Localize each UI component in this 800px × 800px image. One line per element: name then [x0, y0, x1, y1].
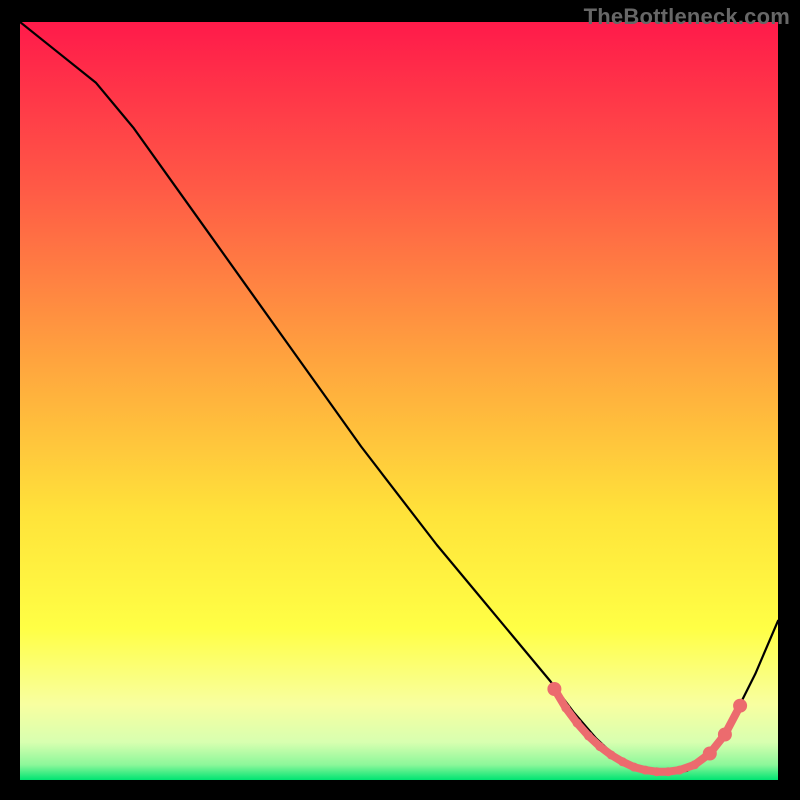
optimal-zone-dot — [618, 757, 627, 766]
optimal-zone-dot — [573, 719, 582, 728]
optimal-zone-dot — [718, 728, 732, 742]
chart-svg — [20, 22, 778, 780]
optimal-zone-dot — [664, 767, 673, 776]
optimal-zone-dot — [641, 766, 650, 775]
optimal-zone-dot — [690, 760, 699, 769]
optimal-zone-dot — [630, 763, 639, 772]
watermark-text: TheBottleneck.com — [584, 4, 790, 30]
optimal-zone-dot — [584, 732, 593, 741]
optimal-zone-dot — [675, 766, 684, 775]
plot-area — [20, 22, 778, 780]
optimal-zone-dot — [547, 682, 561, 696]
optimal-zone-dot — [703, 747, 717, 761]
optimal-zone-dot — [561, 704, 570, 713]
optimal-zone-dot — [607, 751, 616, 760]
optimal-zone-dot — [595, 742, 604, 751]
gradient-background — [20, 22, 778, 780]
optimal-zone-dot — [733, 699, 747, 713]
chart-canvas: TheBottleneck.com — [0, 0, 800, 800]
optimal-zone-dot — [652, 767, 661, 776]
